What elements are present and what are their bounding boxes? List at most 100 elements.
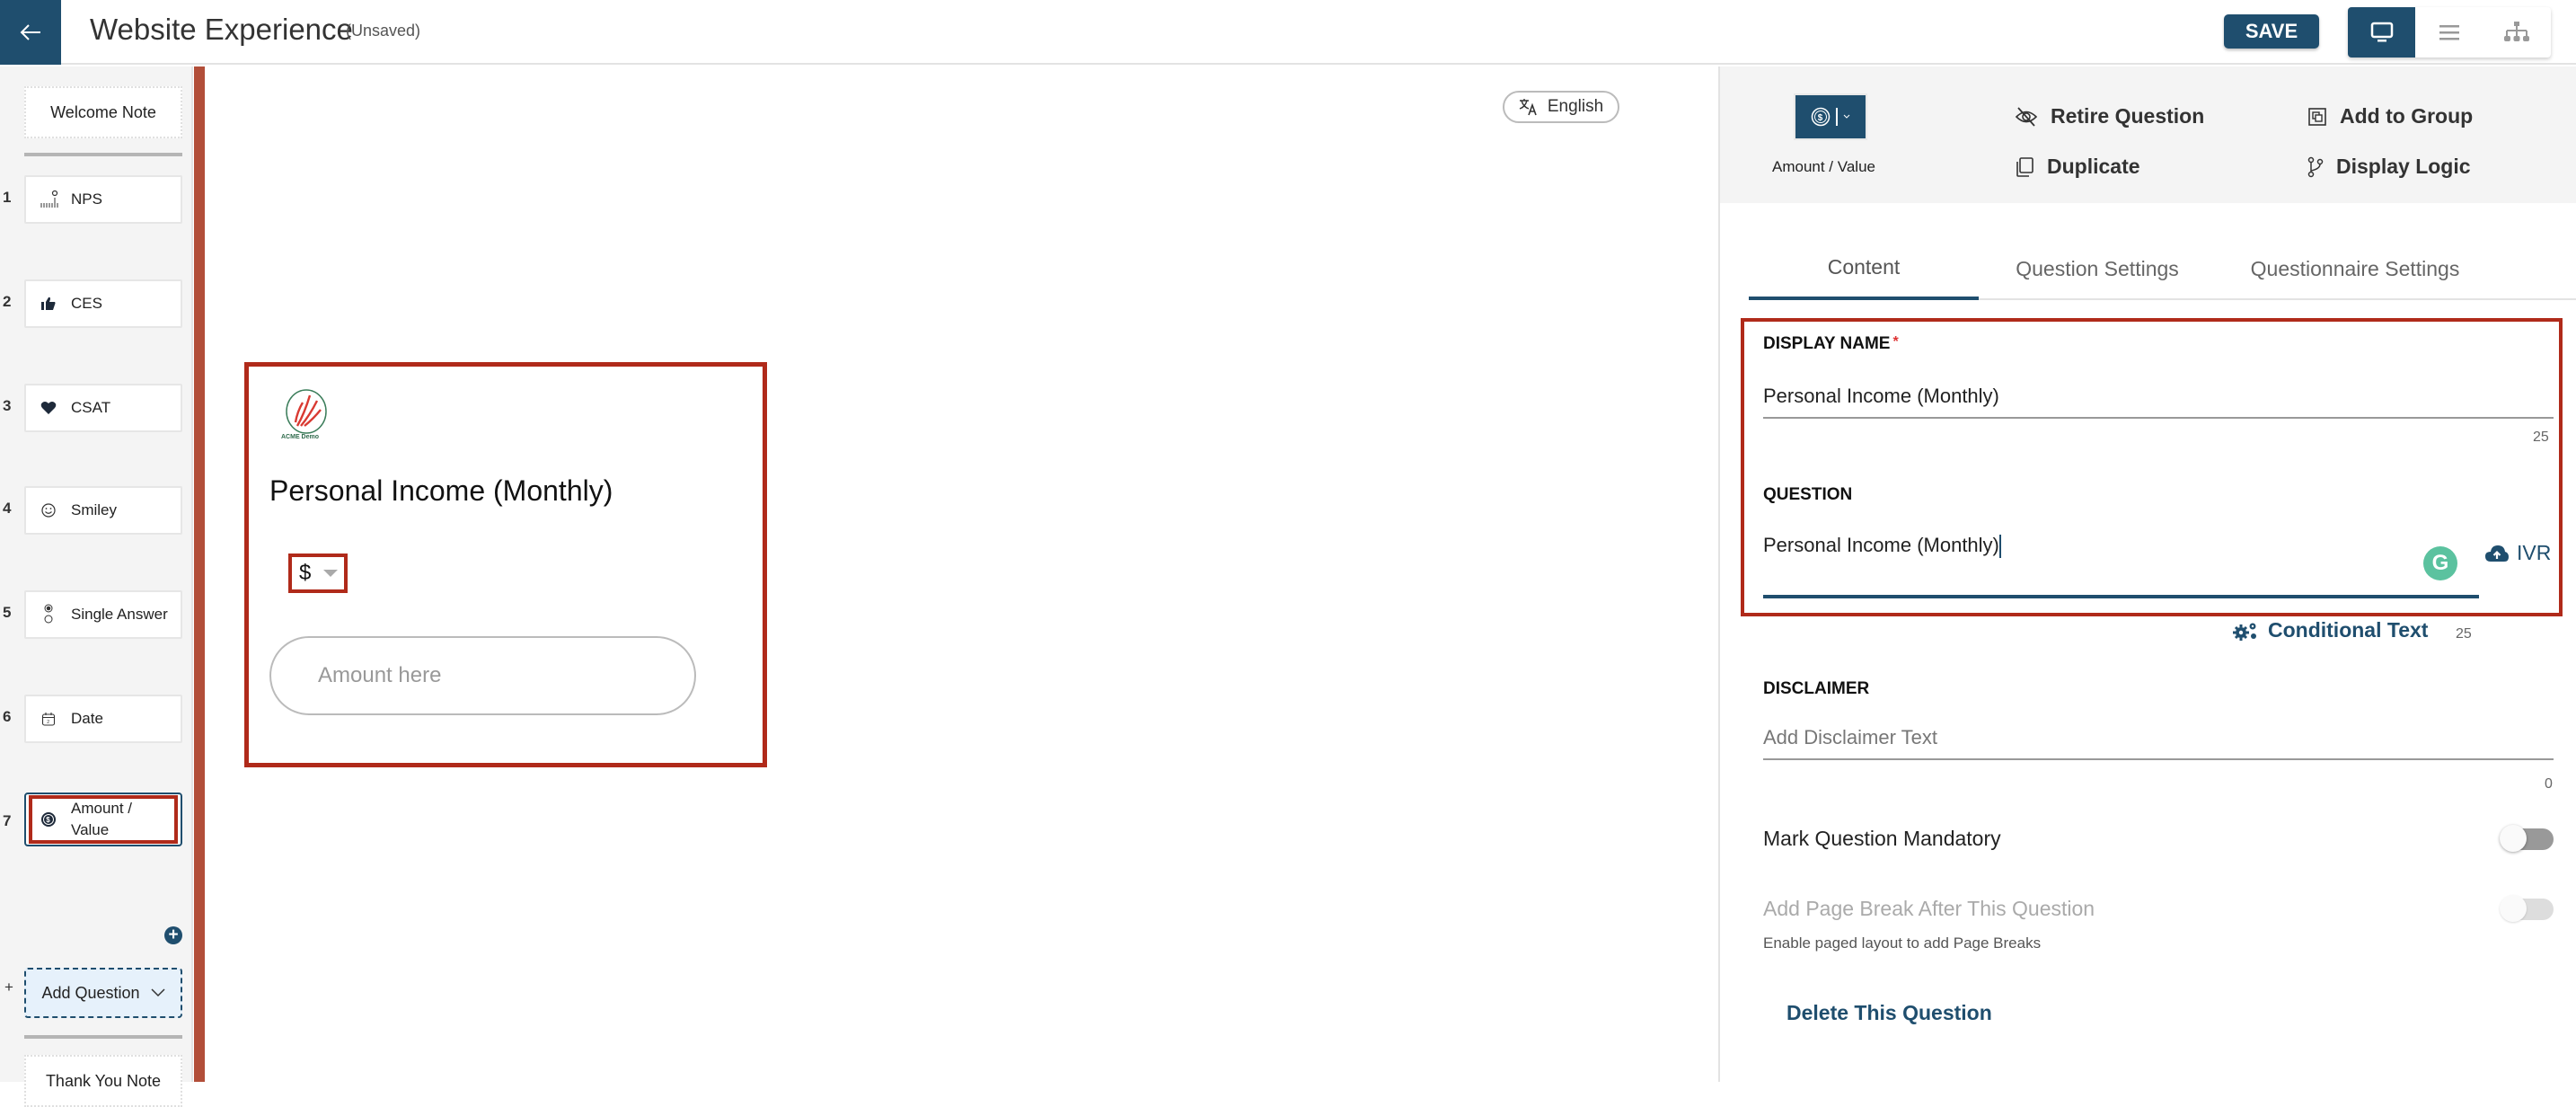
divider xyxy=(24,153,182,156)
disclaimer-label: DISCLAIMER xyxy=(1763,679,1870,698)
mandatory-label: Mark Question Mandatory xyxy=(1763,827,2001,850)
view-toggle xyxy=(2348,7,2551,58)
svg-text:$: $ xyxy=(46,816,50,824)
add-to-group-button[interactable]: Add to Group xyxy=(2307,104,2473,128)
gears-icon xyxy=(2233,623,2256,641)
tab-content[interactable]: Content xyxy=(1749,237,1979,300)
welcome-note[interactable]: Welcome Note xyxy=(24,86,182,138)
back-button[interactable] xyxy=(0,0,61,65)
chevron-down-icon xyxy=(151,988,165,997)
list-view-button[interactable] xyxy=(2415,7,2483,58)
thumbs-up-icon xyxy=(26,296,71,312)
add-question-inline-button[interactable]: + xyxy=(164,926,182,944)
smiley-icon xyxy=(26,503,71,518)
tab-questionnaire-settings[interactable]: Questionnaire Settings xyxy=(2216,237,2494,300)
divider xyxy=(24,1035,182,1039)
arrow-left-icon xyxy=(20,24,40,40)
group-icon xyxy=(2308,107,2326,126)
question-type-label: Amount / Value xyxy=(1772,158,1875,175)
language-selector[interactable]: English xyxy=(1503,91,1619,123)
acme-logo xyxy=(286,389,327,434)
radio-icon xyxy=(26,604,71,625)
question-number: 5 xyxy=(3,604,12,621)
question-editor-panel: $ Amount / Value Retire Question Add to … xyxy=(1718,66,2576,1082)
conditional-text-button[interactable]: Conditional Text xyxy=(2232,618,2428,642)
question-number: 4 xyxy=(3,500,12,517)
sidebar-item-smiley[interactable]: Smiley xyxy=(24,486,182,535)
disclaimer-input[interactable]: Add Disclaimer Text xyxy=(1763,726,2554,760)
disclaimer-char-count: 0 xyxy=(2545,776,2553,792)
mandatory-row: Mark Question Mandatory xyxy=(1763,824,2554,852)
retire-question-button[interactable]: Retire Question xyxy=(2015,104,2204,128)
calendar-icon: 2 xyxy=(26,712,71,726)
list-icon xyxy=(2439,25,2459,40)
dollar-circle-icon: $ xyxy=(26,811,71,828)
logo-text: ACME Demo xyxy=(281,434,320,440)
nps-scale-icon xyxy=(26,190,71,209)
question-label: QUESTION xyxy=(1763,485,1853,504)
tab-question-settings[interactable]: Question Settings xyxy=(1979,237,2216,300)
sidebar-item-csat[interactable]: CSAT xyxy=(24,384,182,432)
sidebar-resize-bar[interactable] xyxy=(194,66,205,1082)
desktop-view-button[interactable] xyxy=(2348,7,2415,58)
chevron-down-icon xyxy=(1843,114,1850,119)
display-name-char-count: 25 xyxy=(2533,430,2549,445)
question-type-dropdown[interactable]: $ xyxy=(1794,93,1867,140)
display-name-input[interactable]: Personal Income (Monthly) xyxy=(1763,385,2554,419)
question-sidebar: Welcome Note 1 NPS 2 CES 3 CSAT 4 Smiley… xyxy=(0,66,193,1107)
eye-slash-icon xyxy=(2015,106,2038,127)
toggle-knob xyxy=(2500,824,2527,852)
page-break-helper: Enable paged layout to add Page Breaks xyxy=(1763,934,2042,952)
question-number: 7 xyxy=(3,812,12,829)
top-bar: Website Experience (Unsaved) SAVE xyxy=(0,0,2576,65)
copy-icon xyxy=(2016,156,2033,177)
add-question-dropdown[interactable]: Add Question xyxy=(24,968,182,1018)
thank-you-note[interactable]: Thank You Note xyxy=(24,1055,182,1107)
sidebar-item-single-answer[interactable]: Single Answer xyxy=(24,590,182,639)
sidebar-item-ces[interactable]: CES xyxy=(24,279,182,328)
tree-view-button[interactable] xyxy=(2483,7,2550,58)
question-toolbar: $ Amount / Value Retire Question Add to … xyxy=(1720,66,2576,203)
amount-input[interactable]: Amount here xyxy=(269,636,696,715)
question-preview-card[interactable]: ACME Demo Personal Income (Monthly) $ Am… xyxy=(244,362,767,767)
sidebar-item-amount-value[interactable]: $ Amount / Value xyxy=(24,793,182,846)
preview-question-text: Personal Income (Monthly) xyxy=(269,474,613,507)
toggle-knob xyxy=(2500,894,2527,922)
monitor-icon xyxy=(2370,22,2393,42)
plus-icon: + xyxy=(4,979,13,996)
save-button[interactable]: SAVE xyxy=(2224,14,2319,49)
question-char-count: 25 xyxy=(2456,626,2472,642)
delete-question-button[interactable]: Delete This Question xyxy=(1786,1001,1992,1025)
editor-tabs: Content Question Settings Questionnaire … xyxy=(1749,237,2576,300)
page-break-row: Add Page Break After This Question xyxy=(1763,894,2554,922)
ivr-upload-button[interactable]: IVR xyxy=(2484,541,2551,565)
page-break-toggle[interactable] xyxy=(2500,894,2554,922)
dollar-circle-icon: $ xyxy=(1811,107,1831,127)
caret-down-icon xyxy=(323,570,339,577)
currency-select[interactable]: $ xyxy=(288,554,348,593)
svg-text:$: $ xyxy=(1818,113,1823,123)
required-marker: * xyxy=(1892,334,1899,350)
display-logic-button[interactable]: Display Logic xyxy=(2307,155,2471,179)
sidebar-item-nps[interactable]: NPS xyxy=(24,175,182,224)
mandatory-toggle[interactable] xyxy=(2500,824,2554,852)
question-number: 1 xyxy=(3,189,12,206)
grammarly-button[interactable]: G xyxy=(2423,546,2457,580)
duplicate-button[interactable]: Duplicate xyxy=(2015,155,2140,179)
page-break-label: Add Page Break After This Question xyxy=(1763,897,2095,920)
question-input[interactable]: Personal Income (Monthly) xyxy=(1763,534,2479,598)
translate-icon xyxy=(1519,99,1537,116)
question-number: 3 xyxy=(3,397,12,414)
save-status: (Unsaved) xyxy=(346,22,421,40)
branch-icon xyxy=(2307,156,2324,177)
sidebar-item-date[interactable]: 2 Date xyxy=(24,695,182,743)
display-name-label: DISPLAY NAME * xyxy=(1763,334,1899,353)
sitemap-icon xyxy=(2503,22,2529,41)
heart-icon xyxy=(26,401,71,415)
question-number: 2 xyxy=(3,293,12,310)
question-number: 6 xyxy=(3,708,12,725)
svg-text:2: 2 xyxy=(47,720,49,725)
page-title: Website Experience xyxy=(90,13,353,46)
cloud-upload-icon xyxy=(2485,545,2509,562)
text-caret xyxy=(1998,535,2001,559)
